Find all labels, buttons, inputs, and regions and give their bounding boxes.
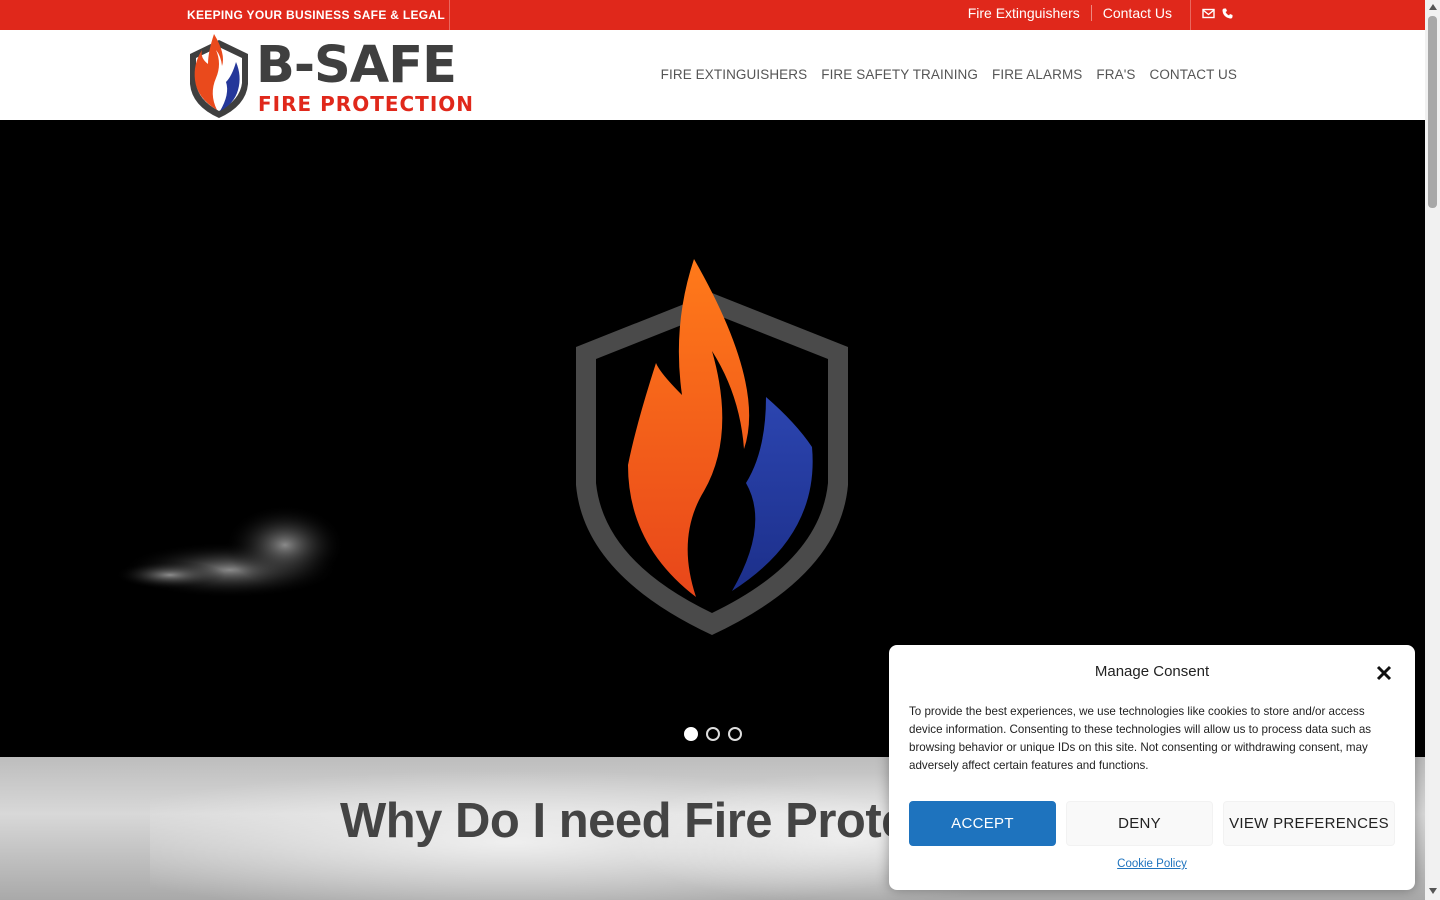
- phone-icon[interactable]: [1221, 7, 1234, 20]
- slider-dot-1[interactable]: [684, 727, 698, 741]
- slider-dots: [684, 727, 742, 741]
- page: KEEPING YOUR BUSINESS SAFE & LEGAL Fire …: [0, 0, 1440, 900]
- logo-wordmark: B-SAFE: [256, 36, 457, 95]
- section-heading: Why Do I need Fire Prote: [340, 794, 908, 848]
- consent-title: Manage Consent: [1094, 663, 1210, 680]
- divider: [1190, 0, 1191, 30]
- accept-button[interactable]: ACCEPT: [909, 801, 1056, 846]
- divider: [1090, 5, 1092, 21]
- top-icons: [1202, 7, 1234, 20]
- cookie-policy-link[interactable]: Cookie Policy: [889, 858, 1415, 870]
- nav-fire-alarms[interactable]: FIRE ALARMS: [992, 67, 1082, 82]
- deny-button[interactable]: DENY: [1066, 801, 1213, 846]
- nav-fire-extinguishers[interactable]: FIRE EXTINGUISHERS: [661, 67, 808, 82]
- scrollbar-thumb[interactable]: [1428, 16, 1437, 208]
- nav-fire-safety-training[interactable]: FIRE SAFETY TRAINING: [821, 67, 978, 82]
- hero-logo-shield: [576, 259, 848, 635]
- slider-dot-2[interactable]: [706, 727, 720, 741]
- mail-icon[interactable]: [1202, 7, 1215, 20]
- tagline: KEEPING YOUR BUSINESS SAFE & LEGAL: [187, 8, 446, 22]
- shield-flame-icon: [190, 34, 248, 118]
- consent-message: To provide the best experiences, we use …: [909, 705, 1372, 772]
- cookie-consent-dialog: Manage Consent To provide the best exper…: [889, 645, 1415, 890]
- site-logo[interactable]: B-SAFE FIRE PROTECTION: [186, 32, 478, 120]
- top-bar: KEEPING YOUR BUSINESS SAFE & LEGAL Fire …: [0, 0, 1425, 30]
- nav-fras[interactable]: FRA'S: [1096, 67, 1135, 82]
- close-icon[interactable]: [1375, 664, 1393, 682]
- smoke-image: [115, 505, 345, 598]
- logo-subtitle: FIRE PROTECTION: [258, 92, 474, 116]
- top-links: Fire Extinguishers Contact Us: [968, 5, 1172, 21]
- view-preferences-button[interactable]: VIEW PREFERENCES: [1223, 801, 1395, 846]
- site-header: B-SAFE FIRE PROTECTION FIRE EXTINGUISHER…: [0, 30, 1425, 120]
- slider-dot-3[interactable]: [728, 727, 742, 741]
- top-link-fire-extinguishers[interactable]: Fire Extinguishers: [968, 5, 1080, 21]
- scroll-down-arrow-icon[interactable]: [1429, 888, 1437, 894]
- scroll-up-arrow-icon[interactable]: [1429, 4, 1437, 10]
- nav-contact-us[interactable]: CONTACT US: [1149, 67, 1237, 82]
- main-nav: FIRE EXTINGUISHERS FIRE SAFETY TRAINING …: [661, 67, 1237, 82]
- top-link-contact-us[interactable]: Contact Us: [1103, 5, 1172, 21]
- divider: [449, 0, 450, 30]
